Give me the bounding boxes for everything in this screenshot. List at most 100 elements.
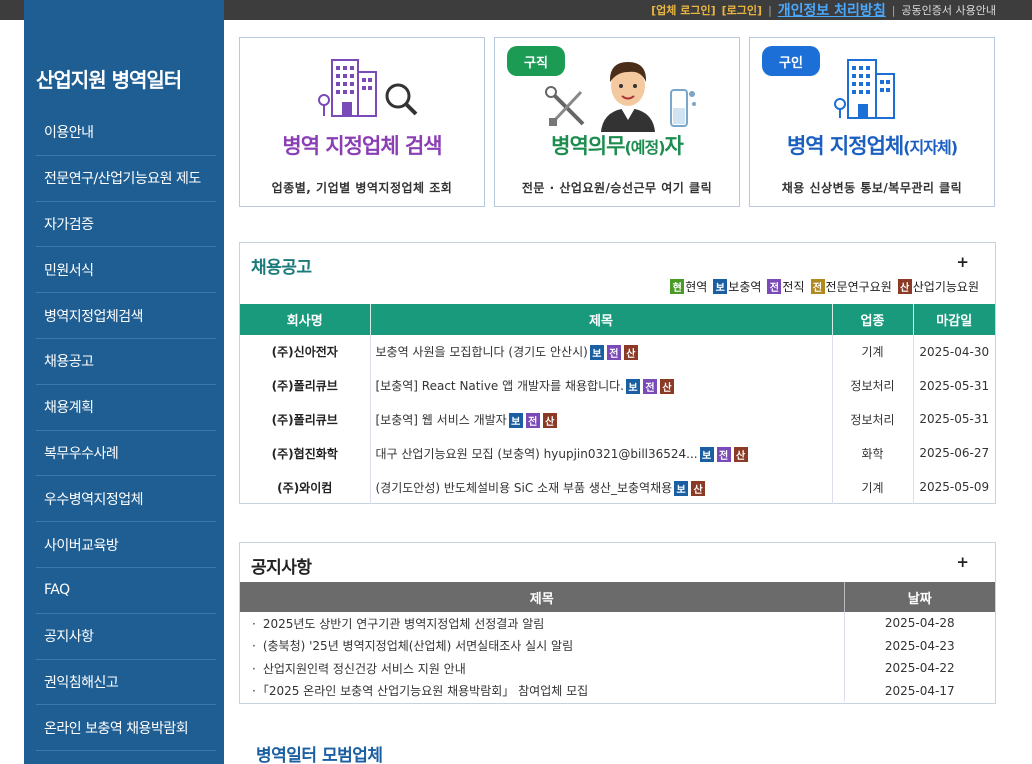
company-search-subtitle: 업종별, 기업별 병역지정업체 조회 — [271, 181, 453, 195]
hiring-company-card[interactable]: 구인 병역 지정업체(지자체) 채용 신상변동 통보/복무관리 클릭 — [749, 37, 995, 207]
company-login-link[interactable]: [업체 로그인] — [651, 2, 715, 18]
col-deadline: 마감일 — [913, 304, 995, 335]
legend-label: 보충역 — [728, 280, 762, 294]
sidebar-item-cyber-education[interactable]: 사이버교육방 — [36, 522, 216, 568]
job-title-cell[interactable]: [보충역] 웹 서비스 개발자 보 전 산 — [370, 402, 833, 437]
sidebar-item-excellent-companies[interactable]: 우수병역지정업체 — [36, 476, 216, 523]
row-tag: 보 — [699, 446, 714, 462]
job-seek-badge: 구직 — [507, 46, 565, 76]
job-title-cell[interactable]: 보충역 사원을 모집합니다 (경기도 안산시) 보 전 산 — [370, 335, 833, 369]
job-title-text[interactable]: [보충역] 웹 서비스 개발자 — [376, 413, 507, 427]
recruit-panel: 채용공고 + 현 현역 보 보충역 전 전직 전 전문연구요원 산 산업기능요원 회사명 제목 업… — [239, 242, 996, 504]
notice-row[interactable]: 「2025 온라인 보충역 산업기능요원 채용박람회」 참여업체 모집 2025-… — [240, 679, 995, 702]
sidebar-item-faq[interactable]: FAQ — [36, 568, 216, 614]
job-title-text[interactable]: [보충역] React Native 앱 개발자를 채용합니다. — [376, 379, 624, 393]
recruit-table: 회사명 제목 업종 마감일 (주)신아전자 보충역 사원을 모집합니다 (경기도 … — [240, 304, 995, 504]
table-row[interactable]: (주)와이컴 (경기도안성) 반도체설비용 SiC 소재 부품 생산_보충역채용 보… — [240, 470, 995, 504]
job-title-text[interactable]: 대구 산업기능요원 모집 (보충역) hyupjin0321@bill36524… — [376, 447, 698, 461]
notice-panel: 공지사항 + 제목 날짜 2025년도 상반기 연구기관 병역지정업체 선정결과… — [239, 542, 996, 704]
sidebar-item-guide[interactable]: 이용안내 — [36, 110, 216, 156]
sidebar-item-hiring-plan[interactable]: 채용계획 — [36, 385, 216, 431]
table-row[interactable]: (주)폴리큐브 [보충역] React Native 앱 개발자를 채용합니다. 보… — [240, 368, 995, 403]
top-links: [업체 로그인] [로그인] | 개인정보 처리방침 | 공동인증서 사용안내 — [651, 0, 996, 20]
sidebar-item-company-search[interactable]: 병역지정업체검색 — [36, 293, 216, 339]
person-avatar-icon — [601, 62, 655, 132]
login-link[interactable]: [로그인] — [722, 2, 762, 18]
row-tag: 산 — [691, 480, 706, 496]
job-title-text[interactable]: 보충역 사원을 모집합니다 (경기도 안산시) — [376, 345, 588, 359]
job-seeker-subtitle: 전문 · 산업요원/승선근무 여기 클릭 — [521, 181, 713, 195]
notice-row[interactable]: (충북청) '25년 병역지정업체(산업체) 서면실태조사 실시 알림 2025-… — [240, 634, 995, 657]
col-notice-date: 날짜 — [844, 582, 995, 612]
table-row[interactable]: (주)폴리큐브 [보충역] 웹 서비스 개발자 보 전 산 정보처리 2025-05-31 — [240, 402, 995, 437]
site-logo[interactable]: 산업지원 병역일터 — [36, 64, 182, 93]
cert-guide-link[interactable]: 공동인증서 사용안내 — [901, 2, 996, 18]
job-seeker-title-main: 병역의무 — [551, 134, 625, 158]
job-seeker-title: 병역의무(예정)자 — [495, 130, 739, 160]
divider: | — [768, 3, 772, 17]
job-title-cell[interactable]: (경기도안성) 반도체설비용 SiC 소재 부품 생산_보충역채용 보 산 — [370, 470, 833, 504]
notice-date-cell: 2025-04-28 — [884, 616, 955, 631]
recruit-more-button[interactable]: + — [956, 253, 969, 271]
legend-label: 현역 — [685, 280, 708, 294]
company-search-card[interactable]: 병역 지정업체 검색 업종별, 기업별 병역지정업체 조회 — [239, 37, 485, 207]
notice-table-header: 제목 날짜 — [240, 582, 995, 612]
col-company: 회사명 — [240, 304, 371, 335]
sidebar: 산업지원 병역일터 이용안내 전문연구/산업기능요원 제도 자가검증 민원서식 … — [24, 0, 224, 764]
deadline-cell: 2025-05-31 — [919, 412, 990, 427]
company-cell: (주)폴리큐브 — [240, 402, 371, 437]
row-tag: 보 — [589, 345, 604, 361]
notice-more-button[interactable]: + — [956, 553, 969, 571]
recruit-title: 채용공고 — [251, 258, 312, 278]
row-tag: 보 — [625, 379, 640, 395]
sidebar-menu: 이용안내 전문연구/산업기능요원 제도 자가검증 민원서식 병역지정업체검색 채… — [36, 110, 216, 752]
industry-cell: 정보처리 — [832, 368, 914, 403]
job-title-text[interactable]: (경기도안성) 반도체설비용 SiC 소재 부품 생산_보충역채용 — [376, 481, 673, 495]
table-row[interactable]: (주)신아전자 보충역 사원을 모집합니다 (경기도 안산시) 보 전 산 기계 2025-… — [240, 335, 995, 369]
divider: | — [891, 3, 896, 17]
notice-row[interactable]: 2025년도 상반기 연구기관 병역지정업체 선정결과 알림 2025-04-28 — [240, 612, 995, 635]
deadline-cell: 2025-04-30 — [919, 344, 990, 359]
industry-cell: 기계 — [832, 335, 914, 369]
notice-row[interactable]: 산업지원인력 정신건강 서비스 지원 안내 2025-04-22 — [240, 657, 995, 680]
legend-label: 전문연구요원 — [825, 280, 892, 294]
building-icon — [834, 59, 895, 119]
sidebar-item-notice[interactable]: 공지사항 — [36, 614, 216, 660]
row-tag: 산 — [542, 412, 557, 428]
tools-icon — [545, 86, 585, 126]
job-seeker-card[interactable]: 구직 병역의무(예정)자 전문 · 산업요원/승선근무 여기 클릭 — [494, 37, 740, 207]
sidebar-item-recruit[interactable]: 채용공고 — [36, 339, 216, 385]
sidebar-item-rights-report[interactable]: 권익침해신고 — [36, 660, 216, 706]
sidebar-item-online-fair[interactable]: 온라인 보충역 채용박람회 — [36, 705, 216, 752]
hiring-company-subtitle: 채용 신상변동 통보/복무관리 클릭 — [781, 181, 963, 195]
hiring-company-title: 병역 지정업체(지자체) — [750, 130, 994, 160]
table-row[interactable]: (주)협진화학 대구 산업기능요원 모집 (보충역) hyupjin0321@bi… — [240, 436, 995, 471]
deadline-cell: 2025-05-09 — [919, 480, 990, 495]
notice-table: 제목 날짜 2025년도 상반기 연구기관 병역지정업체 선정결과 알림2025… — [240, 582, 995, 702]
company-cell: (주)신아전자 — [240, 335, 371, 369]
col-notice-title: 제목 — [240, 582, 845, 612]
company-cell: (주)와이컴 — [240, 470, 371, 504]
notice-title-cell[interactable]: 「2025 온라인 보충역 산업기능요원 채용박람회」 참여업체 모집 — [240, 679, 845, 702]
industry-cell: 정보처리 — [832, 402, 914, 437]
hiring-badge: 구인 — [762, 46, 820, 76]
notice-title-cell[interactable]: 산업지원인력 정신건강 서비스 지원 안내 — [240, 657, 845, 680]
job-title-cell[interactable]: 대구 산업기능요원 모집 (보충역) hyupjin0321@bill36524… — [370, 436, 833, 471]
sidebar-item-forms[interactable]: 민원서식 — [36, 247, 216, 294]
notice-title-cell[interactable]: (충북청) '25년 병역지정업체(산업체) 서면실태조사 실시 알림 — [240, 634, 845, 657]
job-seeker-title-end: 자 — [664, 134, 684, 158]
sidebar-item-best-cases[interactable]: 복무우수사례 — [36, 431, 216, 477]
row-tag: 전 — [525, 412, 540, 428]
building-search-icon — [318, 59, 418, 117]
sidebar-item-self-check[interactable]: 자가검증 — [36, 202, 216, 248]
legend-tag: 전 — [767, 279, 782, 294]
job-title-cell[interactable]: [보충역] React Native 앱 개발자를 채용합니다. 보 전 산 — [370, 368, 833, 403]
col-title: 제목 — [370, 304, 833, 335]
legend-tag: 보 — [713, 279, 728, 294]
sidebar-item-system[interactable]: 전문연구/산업기능요원 제도 — [36, 156, 216, 202]
privacy-policy-link[interactable]: 개인정보 처리방침 — [778, 0, 886, 20]
company-cell: (주)협진화학 — [240, 436, 371, 471]
row-tag: 전 — [606, 345, 621, 361]
col-industry: 업종 — [832, 304, 914, 335]
notice-title-cell[interactable]: 2025년도 상반기 연구기관 병역지정업체 선정결과 알림 — [240, 612, 845, 635]
